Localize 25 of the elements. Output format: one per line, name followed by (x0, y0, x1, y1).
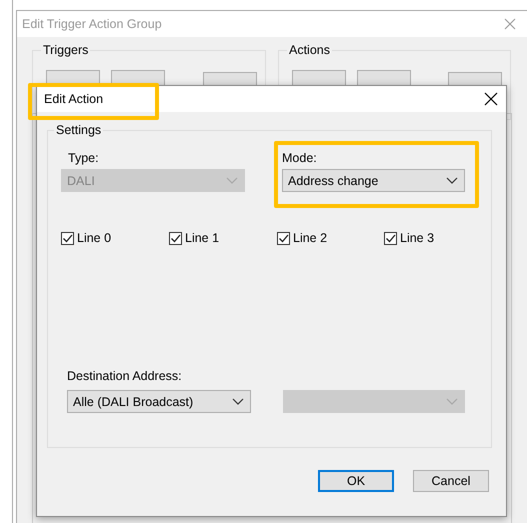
caret-icon (232, 398, 244, 405)
close-icon (484, 92, 498, 106)
field-label: Mode: (282, 151, 318, 167)
check-icon (278, 232, 289, 244)
window-title: Edit Trigger Action Group (22, 17, 162, 31)
dialog-title: Edit Action (44, 92, 104, 106)
group-title: Triggers (41, 43, 90, 58)
close-icon (503, 17, 517, 31)
field-label: Type: (68, 151, 100, 167)
check-icon (170, 232, 181, 244)
group-title: Settings (54, 123, 104, 138)
address-dropdown[interactable]: Alle (DALI Broadcast) (67, 390, 251, 413)
dialog-button[interactable]: OK (318, 470, 394, 492)
line-checkbox[interactable]: Line 2 (277, 231, 328, 245)
line-checkbox[interactable]: Line 3 (384, 231, 434, 245)
line-checkbox[interactable]: Line 0 (61, 231, 112, 245)
field-label: Destination Address: (67, 369, 183, 385)
caret-icon (446, 398, 458, 405)
caret-icon (226, 177, 238, 184)
check-icon (385, 232, 396, 244)
mode-dropdown[interactable]: Address change (282, 169, 465, 192)
check-icon (62, 232, 73, 244)
caret-icon (446, 177, 458, 184)
dialog-button[interactable]: Cancel (413, 470, 489, 492)
line-checkbox[interactable]: Line 1 (169, 231, 220, 245)
